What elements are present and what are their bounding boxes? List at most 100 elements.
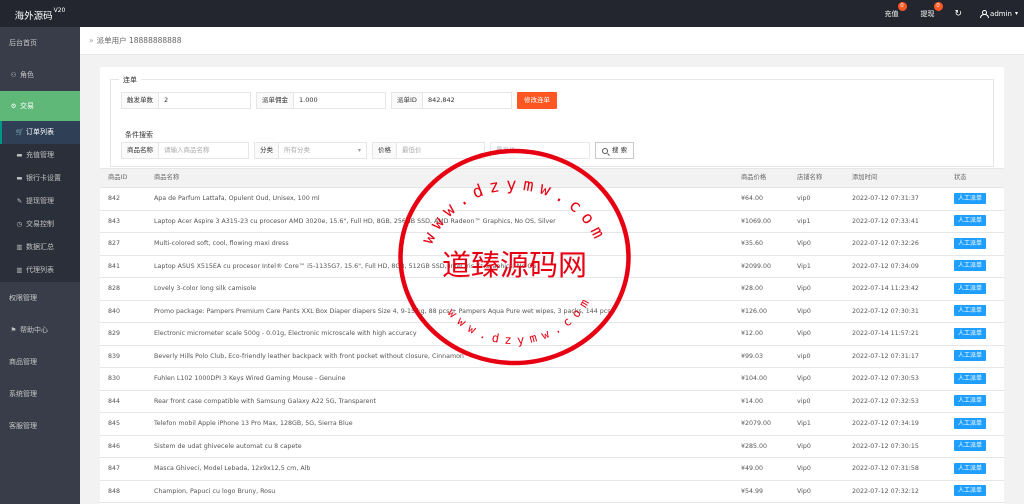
sidebar-item-trade-control[interactable]: ◷ 交易控制 <box>0 213 80 236</box>
product-price: ¥49.00 <box>741 465 764 472</box>
table-row[interactable]: 848 Champion, Papuci cu logo Bruny, Rosu ¥… <box>100 481 1004 503</box>
manual-dispatch-button[interactable]: 人工派单 <box>954 462 987 474</box>
manual-dispatch-button[interactable]: 人工派单 <box>954 215 987 226</box>
goods-name-input[interactable]: 请输入商品名称 <box>159 143 215 158</box>
manual-dispatch-button[interactable]: 人工派单 <box>954 192 987 204</box>
double-chevron-icon: » <box>89 36 94 45</box>
user-icon: ⚇ <box>10 71 17 79</box>
price-max-input[interactable]: 最高价 <box>491 143 521 158</box>
status-cell: 人工派单 <box>946 301 1004 323</box>
search-button[interactable]: 搜 索 <box>595 142 635 159</box>
price-max-field[interactable]: 最高价 <box>490 142 590 159</box>
added-time: 2022-07-12 07:34:19 <box>852 420 919 427</box>
sidebar-item-label: 数据汇总 <box>26 243 54 251</box>
manual-dispatch-button[interactable]: 人工派单 <box>954 260 987 271</box>
product-name: Apa de Parfum Lattafa, Opulent Oud, Unis… <box>154 195 320 202</box>
sidebar-item-label: 权限管理 <box>9 294 37 302</box>
breadcrumb-text: 派单用户 18888888888 <box>96 36 182 45</box>
status-cell: 人工派单 <box>946 278 1004 300</box>
sidebar-item-withdraw[interactable]: ✎ 提现管理 <box>0 190 80 213</box>
manual-dispatch-button[interactable]: 人工派单 <box>954 395 987 406</box>
product-id: 847 <box>108 465 121 472</box>
manual-dispatch-button[interactable]: 人工派单 <box>954 372 987 384</box>
table-row[interactable]: 847 Masca Ghiveci, Model Lebada, 12x9x12,… <box>100 458 1004 481</box>
manual-dispatch-button[interactable]: 人工派单 <box>954 417 987 429</box>
logo[interactable]: 海外源码V20 <box>0 0 80 27</box>
product-name: Fuhlen L102 1000DPI 3 Keys Wired Gaming … <box>154 375 346 382</box>
price-min-field[interactable]: 价格 最低价 <box>372 142 485 159</box>
manual-dispatch-button[interactable]: 人工派单 <box>954 440 987 451</box>
sidebar-item-goods[interactable]: 商品管理 <box>0 346 80 378</box>
status-cell: 人工派单 <box>946 436 1004 458</box>
manual-dispatch-button[interactable]: 人工派单 <box>954 485 987 496</box>
product-name: Lovely 3-color long silk camisole <box>154 285 257 292</box>
price-min-input[interactable]: 最低价 <box>397 143 427 158</box>
table-row[interactable]: 845 Telefon mobil Apple iPhone 13 Pro Max… <box>100 413 1004 436</box>
commission-input[interactable]: 1.000 <box>294 93 323 108</box>
goods-name-field[interactable]: 商品名称 请输入商品名称 <box>121 142 249 159</box>
sidebar-item-order-list[interactable]: 🛒 订单列表 <box>0 121 80 144</box>
sidebar-item-help[interactable]: ⚑ 帮助中心 <box>0 314 80 346</box>
sidebar-item-bankcard[interactable]: ▬ 银行卡设置 <box>0 167 80 190</box>
table-header: 商品ID 商品名称 商品价格 店铺名称 添加时间 状态 <box>100 168 1004 188</box>
sidebar-item-recharge[interactable]: ▬ 充值管理 <box>0 144 80 167</box>
sidebar-item-data-summary[interactable]: ▥ 数据汇总 <box>0 236 80 259</box>
recharge-button[interactable]: 充值 0 <box>877 0 907 27</box>
sidebar-item-service[interactable]: 客服管理 <box>0 410 80 442</box>
product-price: ¥54.99 <box>741 487 764 495</box>
product-name: Multi-colored soft, cool, flowing maxi d… <box>154 240 289 247</box>
table-row[interactable]: 839 Beverly Hills Polo Club, Eco-friendly… <box>100 346 1004 368</box>
product-id: 827 <box>108 240 121 247</box>
table-row[interactable]: 840 Promo package: Pampers Premium Care P… <box>100 301 1004 323</box>
table-row[interactable]: 841 Laptop ASUS X515EA cu procesor Intel®… <box>100 256 1004 278</box>
sidebar-item-system[interactable]: 系统管理 <box>0 378 80 410</box>
store-name: vip0 <box>797 397 811 405</box>
sidebar-item-permission[interactable]: 权限管理 <box>0 282 80 314</box>
order-id-input[interactable]: 842,842 <box>423 93 460 108</box>
manual-dispatch-button[interactable]: 人工派单 <box>954 237 987 249</box>
table-row[interactable]: 828 Lovely 3-color long silk camisole ¥28.… <box>100 278 1004 301</box>
product-id: 841 <box>108 262 121 270</box>
manual-dispatch-button[interactable]: 人工派单 <box>954 350 987 361</box>
modify-dispatch-button[interactable]: 修改连单 <box>517 92 557 109</box>
trigger-count-field[interactable]: 触发单数 2 <box>121 92 251 109</box>
order-id-field[interactable]: 派单ID 842,842 <box>391 92 512 109</box>
search-button-label: 搜 索 <box>612 146 628 154</box>
card-icon: ▬ <box>16 151 23 159</box>
table-row[interactable]: 842 Apa de Parfum Lattafa, Opulent Oud, U… <box>100 188 1004 211</box>
refresh-button[interactable]: ↻ <box>947 0 971 27</box>
sidebar-item-label: 系统管理 <box>9 390 37 398</box>
added-time: 2022-07-12 07:30:15 <box>852 442 919 450</box>
product-id: 843 <box>108 217 121 225</box>
sidebar-item-trade[interactable]: ⚙ 交易 <box>0 91 80 121</box>
product-id: 846 <box>108 442 121 450</box>
store-name: Vip0 <box>797 330 811 337</box>
manual-dispatch-button[interactable]: 人工派单 <box>954 282 987 294</box>
column-header: 店铺名称 <box>797 174 823 181</box>
user-icon <box>980 10 990 18</box>
trigger-count-input[interactable]: 2 <box>159 93 173 108</box>
user-menu[interactable]: admin ▾ <box>972 0 1024 27</box>
commission-field[interactable]: 派单佣金 1.000 <box>256 92 386 109</box>
table-row[interactable]: 843 Laptop Acer Aspire 3 A315-23 cu proce… <box>100 211 1004 233</box>
header-actions: 充值 0 提现 0 ↻ admin ▾ <box>877 0 1024 27</box>
table-row[interactable]: 846 Sistem de udat ghivecele automat cu 8… <box>100 436 1004 458</box>
status-cell: 人工派单 <box>946 233 1004 255</box>
sidebar-item-agent-list[interactable]: ▥ 代理列表 <box>0 259 80 282</box>
status-cell: 人工派单 <box>946 413 1004 435</box>
table-row[interactable]: 844 Rear front case compatible with Samsu… <box>100 391 1004 413</box>
table-row[interactable]: 827 Multi-colored soft, cool, flowing max… <box>100 233 1004 256</box>
sidebar-item-label: 订单列表 <box>26 128 54 136</box>
status-cell: 人工派单 <box>946 211 1004 233</box>
product-id: 839 <box>108 352 121 360</box>
sidebar-item-label: 商品管理 <box>9 358 37 366</box>
sidebar-item-home[interactable]: 后台首页 <box>0 27 80 59</box>
withdraw-button[interactable]: 提现 0 <box>913 0 943 27</box>
category-select[interactable]: 分类 所有分类 ▾ <box>254 142 367 159</box>
table-row[interactable]: 830 Fuhlen L102 1000DPI 3 Keys Wired Gami… <box>100 368 1004 391</box>
table-row[interactable]: 829 Electronic micrometer scale 500g - 0.… <box>100 323 1004 346</box>
product-name: Masca Ghiveci, Model Lebada, 12x9x12,5 c… <box>154 465 311 472</box>
manual-dispatch-button[interactable]: 人工派单 <box>954 327 987 339</box>
sidebar-item-role[interactable]: ⚇ 角色 <box>0 59 80 91</box>
manual-dispatch-button[interactable]: 人工派单 <box>954 305 987 316</box>
